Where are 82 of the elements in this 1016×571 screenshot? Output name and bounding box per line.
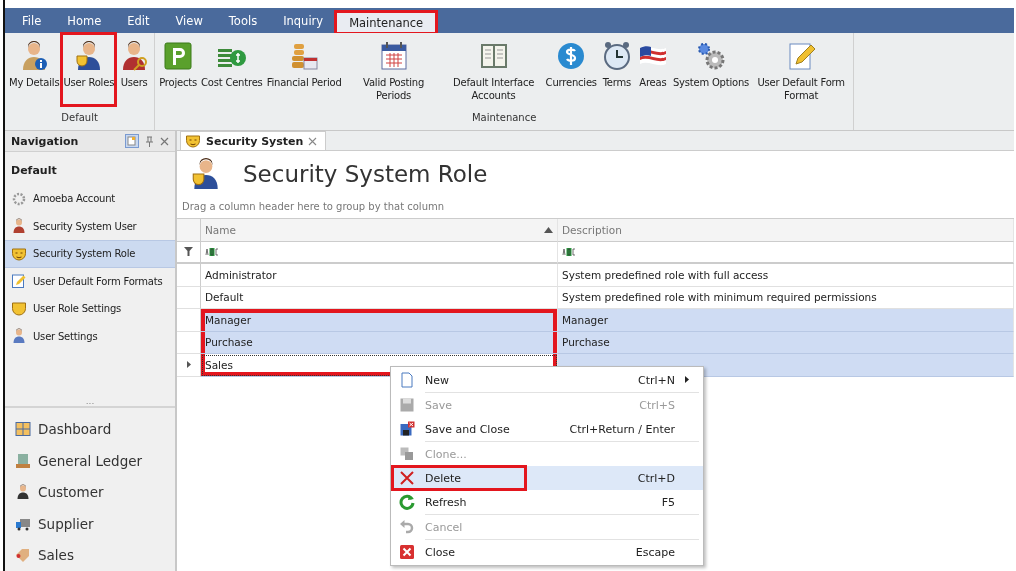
nav-item[interactable]: Security System User	[5, 212, 175, 240]
dashboard-icon	[15, 421, 31, 438]
person-icon	[11, 328, 27, 345]
menu-item[interactable]: Delete Ctrl+D	[391, 466, 703, 490]
page-icon	[399, 372, 415, 388]
menu-tab[interactable]: Inquiry	[270, 8, 337, 33]
row-header-cell[interactable]	[177, 286, 201, 309]
menu-tab[interactable]: File	[9, 8, 55, 33]
panel-title: Navigation	[11, 134, 80, 148]
gears-icon	[695, 40, 727, 72]
mask-icon	[11, 300, 27, 317]
column-header[interactable]: Description	[558, 219, 1014, 242]
nav-group-title: Default	[10, 163, 58, 179]
mask-icon	[185, 133, 201, 149]
floppy-close-icon	[399, 421, 415, 437]
ribbon-button[interactable]: User Roles	[61, 33, 117, 106]
nav-item[interactable]: User Default Form Formats	[5, 267, 175, 295]
panel-icon[interactable]	[125, 134, 139, 148]
ribbon-button[interactable]: User Default Form Format	[751, 33, 852, 106]
nav-item[interactable]: User Role Settings	[5, 295, 175, 323]
mask-icon	[11, 245, 27, 262]
ribbon-button[interactable]: Projects	[157, 33, 199, 106]
person-icon	[15, 484, 31, 501]
column-header[interactable]: Name	[201, 219, 558, 242]
ribbon-button[interactable]: Areas	[634, 33, 671, 106]
ribbon-button[interactable]: Currencies	[543, 33, 599, 106]
refresh-icon	[399, 494, 415, 510]
close-icon[interactable]	[308, 136, 318, 146]
letter-p-icon	[162, 40, 195, 72]
group-label: Maintenance	[471, 111, 537, 125]
text-filter-icon	[562, 247, 576, 256]
module-button[interactable]: Sales	[5, 539, 175, 571]
menu-item[interactable]: Save and Close Ctrl+Return / Enter	[391, 417, 703, 441]
close-icon[interactable]	[160, 136, 169, 146]
nav-item[interactable]: User Settings	[5, 322, 175, 350]
nav-item[interactable]: Security System Role	[5, 240, 175, 268]
ribbon-button[interactable]: Users	[116, 33, 153, 106]
ribbon-button[interactable]: Terms	[598, 33, 635, 106]
ribbon-button[interactable]: Default Interface Accounts	[443, 33, 544, 106]
page-title: Security System Role	[243, 161, 488, 187]
menu-tab[interactable]: Edit	[114, 8, 163, 33]
filter-icon[interactable]	[184, 247, 193, 257]
name-cell: Administrator	[201, 264, 558, 287]
group-label: Default	[61, 111, 98, 125]
menu-item[interactable]: Close Escape	[391, 540, 703, 564]
group-by-hint: Drag a column header here to group by that column	[181, 200, 446, 214]
module-button[interactable]: General Ledger	[5, 445, 175, 477]
pin-icon[interactable]	[145, 135, 154, 147]
module-button[interactable]: Customer	[5, 476, 175, 508]
person-icon	[11, 218, 27, 235]
menu-tab[interactable]: Maintenance	[336, 12, 437, 33]
delete-icon	[399, 470, 415, 486]
document-tab[interactable]: Security Systen	[180, 131, 327, 150]
filter-cell[interactable]	[558, 241, 1014, 264]
name-cell: Manager	[201, 309, 558, 332]
module-button[interactable]: Supplier	[5, 508, 175, 540]
gear-icon	[11, 190, 27, 207]
ledger-icon	[15, 452, 31, 469]
text-filter-icon	[205, 247, 219, 256]
name-cell: Purchase	[201, 331, 558, 354]
menu-item[interactable]: Refresh F5	[391, 490, 703, 514]
pencil-page-icon	[11, 273, 27, 290]
clone-icon	[399, 446, 415, 462]
ribbon-button[interactable]: Cost Centres	[198, 33, 265, 106]
module-button[interactable]: Dashboard	[5, 413, 175, 445]
ribbon-button[interactable]: My Details	[7, 33, 62, 106]
ribbon-button[interactable]: Valid Posting Periods	[343, 33, 444, 106]
description-cell: Manager	[558, 309, 1014, 332]
menu-tab[interactable]: Tools	[215, 8, 271, 33]
menu-tab[interactable]: Home	[54, 8, 115, 33]
menu-tab[interactable]: View	[162, 8, 216, 33]
ribbon-button[interactable]: Financial Period	[264, 33, 344, 106]
undo-icon	[399, 519, 415, 535]
tag-icon	[15, 547, 31, 564]
description-cell: Purchase	[558, 331, 1014, 354]
description-cell: System predefined role with full access	[558, 264, 1014, 287]
nav-item[interactable]: Amoeba Account	[5, 185, 175, 213]
row-header-cell[interactable]	[177, 264, 201, 287]
ribbon-button[interactable]: System Options	[670, 33, 752, 106]
floppy-icon	[399, 397, 415, 413]
close-icon	[399, 544, 415, 560]
filter-cell[interactable]	[201, 241, 558, 264]
